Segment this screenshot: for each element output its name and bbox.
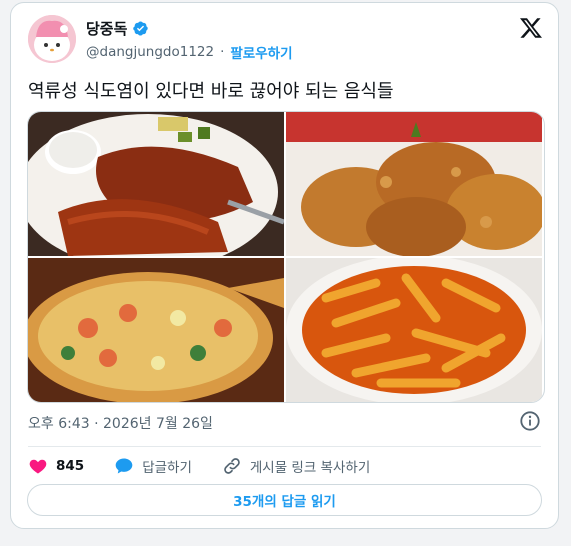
follow-button[interactable]: 팔로우하기 — [230, 42, 292, 62]
tweet-text: 역류성 식도염이 있다면 바로 끊어야 되는 음식들 — [28, 81, 394, 102]
like-button[interactable]: 845 — [28, 456, 84, 476]
copy-link-button[interactable]: 게시물 링크 복사하기 — [222, 456, 370, 476]
media-image-fried-chicken[interactable] — [286, 112, 542, 256]
divider — [28, 446, 541, 447]
media-grid — [27, 111, 545, 403]
reply-label: 답글하기 — [142, 460, 192, 476]
reply-button[interactable]: 답글하기 — [114, 456, 192, 476]
media-image-pork-cutlet[interactable] — [28, 112, 284, 256]
tweet-card: 당중독 @dangjungdo1122 · 팔로우하기 역류성 식도염이 있다면… — [10, 2, 559, 529]
heart-icon — [29, 459, 47, 474]
author-display-name[interactable]: 당중독 — [86, 18, 127, 39]
x-logo-icon[interactable] — [519, 16, 543, 40]
media-image-tteokbokki[interactable] — [286, 258, 542, 402]
chat-bubble-icon — [115, 458, 133, 474]
info-icon[interactable] — [519, 410, 541, 432]
media-image-pizza[interactable] — [28, 258, 284, 402]
author-handle[interactable]: @dangjungdo1122 — [86, 44, 214, 60]
read-replies-button[interactable]: 35개의 답글 읽기 — [27, 484, 542, 516]
tweet-timestamp[interactable]: 오후 6:43 · 2026년 7월 26일 — [28, 413, 213, 433]
separator: · — [220, 44, 225, 60]
copy-link-label: 게시물 링크 복사하기 — [249, 460, 371, 476]
like-count: 845 — [56, 458, 85, 474]
avatar[interactable] — [28, 15, 76, 63]
link-icon — [224, 458, 240, 474]
verified-badge-icon — [133, 21, 149, 36]
